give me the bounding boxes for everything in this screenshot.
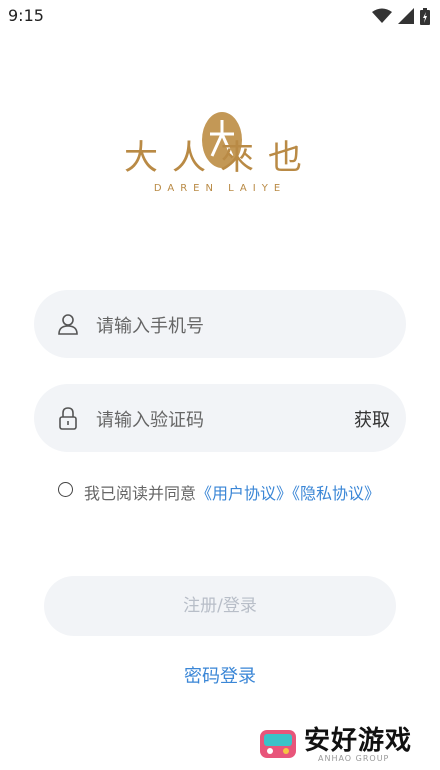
watermark-subtext: ANHAO GROUP bbox=[318, 754, 390, 763]
phone-input-placeholder[interactable]: 请输入手机号 bbox=[96, 312, 204, 338]
phone-field[interactable]: 请输入手机号 bbox=[34, 290, 406, 358]
logo-subtitle: DAREN LAIYE bbox=[153, 183, 287, 194]
get-code-button[interactable]: 获取 bbox=[354, 406, 390, 432]
status-icons bbox=[372, 7, 430, 25]
watermark-text: 安好游戏 bbox=[304, 726, 413, 756]
code-field[interactable]: 请输入验证码 获取 bbox=[34, 384, 406, 452]
signal-icon bbox=[398, 8, 414, 24]
password-login-link[interactable]: 密码登录 bbox=[0, 662, 440, 688]
logo-title: 大人來也 bbox=[124, 138, 316, 178]
status-bar: 9:15 bbox=[0, 0, 440, 32]
gamepad-logo-icon bbox=[260, 730, 296, 758]
watermark: 安好游戏 ANHAO GROUP bbox=[258, 720, 440, 770]
status-time: 9:15 bbox=[8, 6, 44, 25]
user-icon bbox=[58, 314, 78, 335]
privacy-policy-link[interactable]: 《隐私协议》 bbox=[292, 484, 380, 503]
battery-icon bbox=[420, 7, 430, 25]
user-agreement-link[interactable]: 《用户协议》 bbox=[196, 484, 292, 503]
register-login-button[interactable]: 注册/登录 bbox=[44, 576, 396, 636]
wifi-icon bbox=[372, 8, 392, 23]
agreement-checkbox[interactable] bbox=[58, 482, 73, 497]
code-input-placeholder[interactable]: 请输入验证码 bbox=[96, 406, 204, 432]
agreement-text: 我已阅读并同意《用户协议》《隐私协议》 bbox=[84, 480, 384, 507]
app-logo: 大人來也 DAREN LAIYE bbox=[0, 112, 440, 202]
agreement-prefix: 我已阅读并同意 bbox=[84, 484, 197, 503]
lock-icon bbox=[59, 407, 77, 430]
